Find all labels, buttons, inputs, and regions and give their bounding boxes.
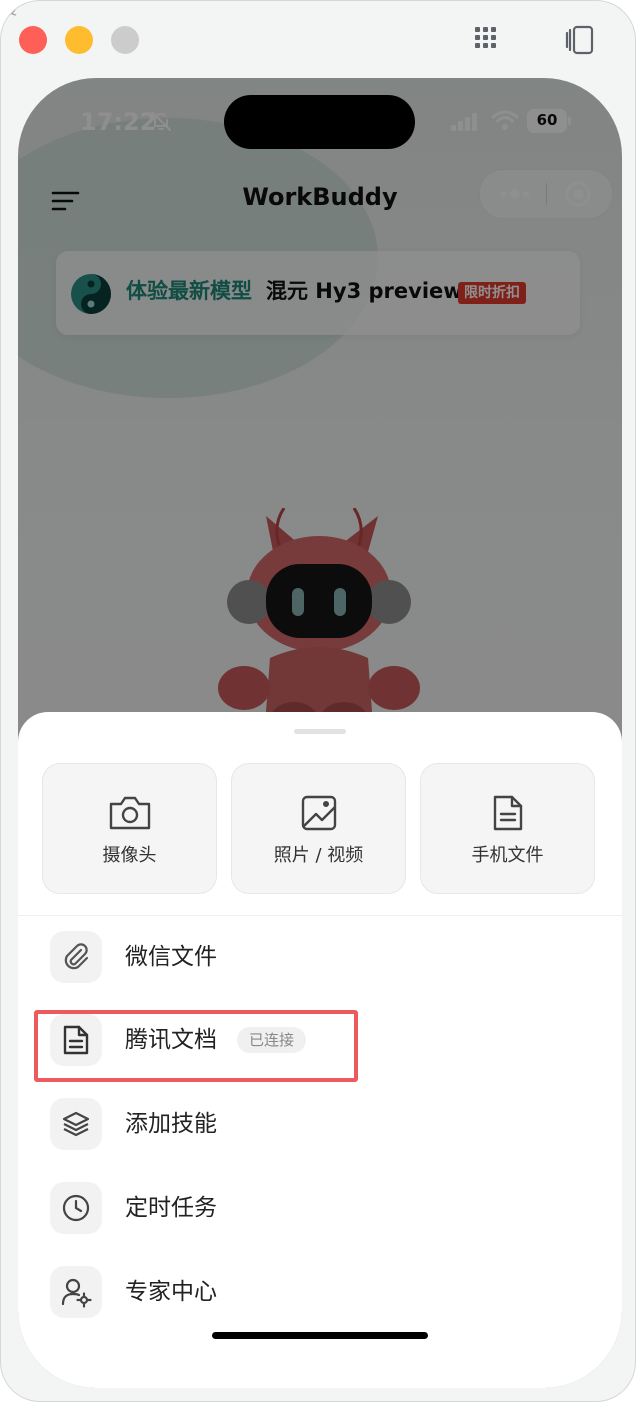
photo-icon	[232, 794, 405, 836]
layers-icon	[50, 1098, 102, 1150]
window-close-button[interactable]	[19, 26, 47, 54]
list-item-label: 专家中心	[125, 1279, 217, 1305]
list-item-scheduled-tasks[interactable]: 定时任务	[48, 1180, 588, 1236]
home-indicator	[212, 1332, 428, 1339]
user-gear-icon	[50, 1266, 102, 1318]
sheet-divider	[18, 915, 622, 916]
photo-video-label: 照片 / 视频	[273, 845, 364, 866]
list-item-add-skills[interactable]: 添加技能	[48, 1096, 588, 1152]
camera-tile[interactable]: 摄像头	[42, 763, 217, 894]
window-zoom-button[interactable]	[111, 26, 139, 54]
phone-files-tile[interactable]: 手机文件	[420, 763, 595, 894]
phone-screen: 17:22 60 WorkBuddy 体验最新模型 混元 Hy3 preview…	[18, 78, 622, 1388]
dynamic-island	[224, 95, 415, 149]
camera-icon	[43, 794, 216, 836]
list-item-label: 微信文件	[125, 944, 217, 970]
list-item-label: 腾讯文档	[125, 1027, 217, 1053]
list-item-tencent-docs[interactable]: 腾讯文档 已连接	[48, 1012, 588, 1068]
list-item-expert-center[interactable]: 专家中心	[48, 1264, 588, 1320]
file-icon	[421, 794, 594, 836]
window-minimize-button[interactable]	[65, 26, 93, 54]
paperclip-icon	[50, 931, 102, 983]
list-item-wechat-files[interactable]: 微信文件	[48, 929, 588, 985]
apps-grid-icon[interactable]	[471, 23, 501, 57]
sheet-handle[interactable]	[294, 729, 346, 734]
list-item-label: 添加技能	[125, 1111, 217, 1137]
window-stray-text: 搜	[1, 0, 18, 18]
list-item-label: 定时任务	[125, 1195, 217, 1221]
rotate-device-icon[interactable]	[563, 23, 597, 61]
app-window: 搜 17:22 60 WorkBuddy 体验最新模型 混元 Hy3 previ…	[0, 0, 636, 1402]
camera-label: 摄像头	[102, 845, 157, 866]
clock-icon	[50, 1182, 102, 1234]
connected-badge: 已连接	[237, 1027, 307, 1053]
attachment-sheet: 摄像头 照片 / 视频 手机文件 微信文件 腾讯文档 已连接 添加技能 定时任务…	[18, 712, 622, 1388]
photo-video-tile[interactable]: 照片 / 视频	[231, 763, 406, 894]
document-icon	[50, 1014, 102, 1066]
phone-files-label: 手机文件	[471, 845, 544, 866]
